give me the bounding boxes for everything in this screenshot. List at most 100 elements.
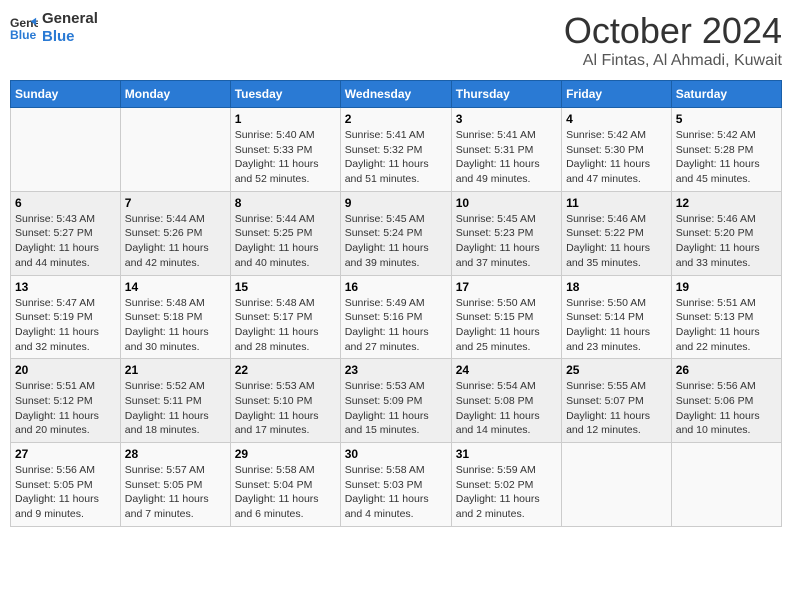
calendar-cell: 4 Sunrise: 5:42 AMSunset: 5:30 PMDaylight… <box>562 108 672 192</box>
day-number: 17 <box>456 280 557 294</box>
calendar-cell: 13Sunrise: 5:47 AMSunset: 5:19 PMDayligh… <box>11 275 121 359</box>
day-number: 14 <box>125 280 226 294</box>
day-number: 22 <box>235 363 336 377</box>
logo: General Blue General Blue <box>10 10 98 46</box>
calendar-cell: 27Sunrise: 5:56 AMSunset: 5:05 PMDayligh… <box>11 443 121 527</box>
day-info: Sunrise: 5:50 AMSunset: 5:15 PMDaylight:… <box>456 296 557 355</box>
week-row-5: 27Sunrise: 5:56 AMSunset: 5:05 PMDayligh… <box>11 443 782 527</box>
calendar-cell: 11 Sunrise: 5:46 AMSunset: 5:22 PMDayligh… <box>562 191 672 275</box>
calendar-cell: 9Sunrise: 5:45 AMSunset: 5:24 PMDaylight… <box>340 191 451 275</box>
weekday-header-monday: Monday <box>120 81 230 108</box>
calendar-cell: 15 Sunrise: 5:48 AMSunset: 5:17 PMDayligh… <box>230 275 340 359</box>
location: Al Fintas, Al Ahmadi, Kuwait <box>564 52 782 70</box>
day-info: Sunrise: 5:56 AMSunset: 5:05 PMDaylight:… <box>15 463 116 522</box>
day-number: 10 <box>456 196 557 210</box>
calendar-cell <box>120 108 230 192</box>
calendar-cell: 29 Sunrise: 5:58 AMSunset: 5:04 PMDayligh… <box>230 443 340 527</box>
day-number: 28 <box>125 447 226 461</box>
calendar-cell: 25Sunrise: 5:55 AMSunset: 5:07 PMDayligh… <box>562 359 672 443</box>
month-title: October 2024 <box>564 10 782 52</box>
calendar-cell: 31 Sunrise: 5:59 AMSunset: 5:02 PMDayligh… <box>451 443 561 527</box>
calendar-cell: 8Sunrise: 5:44 AMSunset: 5:25 PMDaylight… <box>230 191 340 275</box>
calendar-cell: 12 Sunrise: 5:46 AMSunset: 5:20 PMDayligh… <box>671 191 781 275</box>
week-row-2: 6Sunrise: 5:43 AMSunset: 5:27 PMDaylight… <box>11 191 782 275</box>
day-number: 16 <box>345 280 447 294</box>
day-info: Sunrise: 5:44 AMSunset: 5:25 PMDaylight:… <box>235 212 336 271</box>
day-info: Sunrise: 5:48 AMSunset: 5:17 PMDaylight:… <box>235 296 336 355</box>
day-info: Sunrise: 5:57 AMSunset: 5:05 PMDaylight:… <box>125 463 226 522</box>
calendar-table: SundayMondayTuesdayWednesdayThursdayFrid… <box>10 80 782 527</box>
calendar-cell: 23Sunrise: 5:53 AMSunset: 5:09 PMDayligh… <box>340 359 451 443</box>
calendar-cell: 2 Sunrise: 5:41 AMSunset: 5:32 PMDaylight… <box>340 108 451 192</box>
page-header: General Blue General Blue October 2024 A… <box>10 10 782 70</box>
day-number: 1 <box>235 112 336 126</box>
day-info: Sunrise: 5:46 AMSunset: 5:20 PMDaylight:… <box>676 212 777 271</box>
calendar-cell: 1 Sunrise: 5:40 AMSunset: 5:33 PMDaylight… <box>230 108 340 192</box>
week-row-1: 1 Sunrise: 5:40 AMSunset: 5:33 PMDaylight… <box>11 108 782 192</box>
day-number: 29 <box>235 447 336 461</box>
calendar-cell: 18Sunrise: 5:50 AMSunset: 5:14 PMDayligh… <box>562 275 672 359</box>
weekday-header-thursday: Thursday <box>451 81 561 108</box>
day-number: 2 <box>345 112 447 126</box>
day-number: 26 <box>676 363 777 377</box>
day-info: Sunrise: 5:46 AMSunset: 5:22 PMDaylight:… <box>566 212 667 271</box>
day-info: Sunrise: 5:59 AMSunset: 5:02 PMDaylight:… <box>456 463 557 522</box>
day-info: Sunrise: 5:52 AMSunset: 5:11 PMDaylight:… <box>125 379 226 438</box>
day-info: Sunrise: 5:58 AMSunset: 5:03 PMDaylight:… <box>345 463 447 522</box>
day-number: 24 <box>456 363 557 377</box>
calendar-cell: 26 Sunrise: 5:56 AMSunset: 5:06 PMDayligh… <box>671 359 781 443</box>
calendar-cell: 24 Sunrise: 5:54 AMSunset: 5:08 PMDayligh… <box>451 359 561 443</box>
day-info: Sunrise: 5:56 AMSunset: 5:06 PMDaylight:… <box>676 379 777 438</box>
calendar-cell: 5 Sunrise: 5:42 AMSunset: 5:28 PMDaylight… <box>671 108 781 192</box>
day-number: 7 <box>125 196 226 210</box>
calendar-cell: 7Sunrise: 5:44 AMSunset: 5:26 PMDaylight… <box>120 191 230 275</box>
day-info: Sunrise: 5:45 AMSunset: 5:23 PMDaylight:… <box>456 212 557 271</box>
day-info: Sunrise: 5:49 AMSunset: 5:16 PMDaylight:… <box>345 296 447 355</box>
day-number: 15 <box>235 280 336 294</box>
day-info: Sunrise: 5:41 AMSunset: 5:32 PMDaylight:… <box>345 128 447 187</box>
day-info: Sunrise: 5:40 AMSunset: 5:33 PMDaylight:… <box>235 128 336 187</box>
day-info: Sunrise: 5:42 AMSunset: 5:30 PMDaylight:… <box>566 128 667 187</box>
calendar-cell: 28 Sunrise: 5:57 AMSunset: 5:05 PMDayligh… <box>120 443 230 527</box>
day-number: 5 <box>676 112 777 126</box>
logo-line1: General <box>42 10 98 28</box>
calendar-cell <box>671 443 781 527</box>
weekday-header-saturday: Saturday <box>671 81 781 108</box>
calendar-cell: 14 Sunrise: 5:48 AMSunset: 5:18 PMDayligh… <box>120 275 230 359</box>
calendar-cell: 22Sunrise: 5:53 AMSunset: 5:10 PMDayligh… <box>230 359 340 443</box>
title-block: October 2024 Al Fintas, Al Ahmadi, Kuwai… <box>564 10 782 70</box>
day-number: 11 <box>566 196 667 210</box>
day-number: 31 <box>456 447 557 461</box>
weekday-header-friday: Friday <box>562 81 672 108</box>
calendar-cell: 20 Sunrise: 5:51 AMSunset: 5:12 PMDayligh… <box>11 359 121 443</box>
calendar-cell: 17 Sunrise: 5:50 AMSunset: 5:15 PMDayligh… <box>451 275 561 359</box>
day-info: Sunrise: 5:51 AMSunset: 5:12 PMDaylight:… <box>15 379 116 438</box>
day-info: Sunrise: 5:58 AMSunset: 5:04 PMDaylight:… <box>235 463 336 522</box>
day-number: 9 <box>345 196 447 210</box>
day-number: 12 <box>676 196 777 210</box>
day-info: Sunrise: 5:48 AMSunset: 5:18 PMDaylight:… <box>125 296 226 355</box>
day-number: 18 <box>566 280 667 294</box>
day-info: Sunrise: 5:55 AMSunset: 5:07 PMDaylight:… <box>566 379 667 438</box>
day-info: Sunrise: 5:41 AMSunset: 5:31 PMDaylight:… <box>456 128 557 187</box>
day-number: 20 <box>15 363 116 377</box>
day-number: 23 <box>345 363 447 377</box>
day-number: 19 <box>676 280 777 294</box>
day-info: Sunrise: 5:43 AMSunset: 5:27 PMDaylight:… <box>15 212 116 271</box>
day-info: Sunrise: 5:54 AMSunset: 5:08 PMDaylight:… <box>456 379 557 438</box>
day-number: 3 <box>456 112 557 126</box>
calendar-cell: 3 Sunrise: 5:41 AMSunset: 5:31 PMDaylight… <box>451 108 561 192</box>
day-number: 4 <box>566 112 667 126</box>
calendar-cell: 16 Sunrise: 5:49 AMSunset: 5:16 PMDayligh… <box>340 275 451 359</box>
day-number: 13 <box>15 280 116 294</box>
calendar-cell: 6Sunrise: 5:43 AMSunset: 5:27 PMDaylight… <box>11 191 121 275</box>
weekday-header-wednesday: Wednesday <box>340 81 451 108</box>
weekday-header-sunday: Sunday <box>11 81 121 108</box>
day-info: Sunrise: 5:51 AMSunset: 5:13 PMDaylight:… <box>676 296 777 355</box>
day-number: 21 <box>125 363 226 377</box>
svg-text:Blue: Blue <box>10 28 37 42</box>
weekday-header-tuesday: Tuesday <box>230 81 340 108</box>
day-info: Sunrise: 5:42 AMSunset: 5:28 PMDaylight:… <box>676 128 777 187</box>
week-row-4: 20 Sunrise: 5:51 AMSunset: 5:12 PMDayligh… <box>11 359 782 443</box>
calendar-cell <box>562 443 672 527</box>
